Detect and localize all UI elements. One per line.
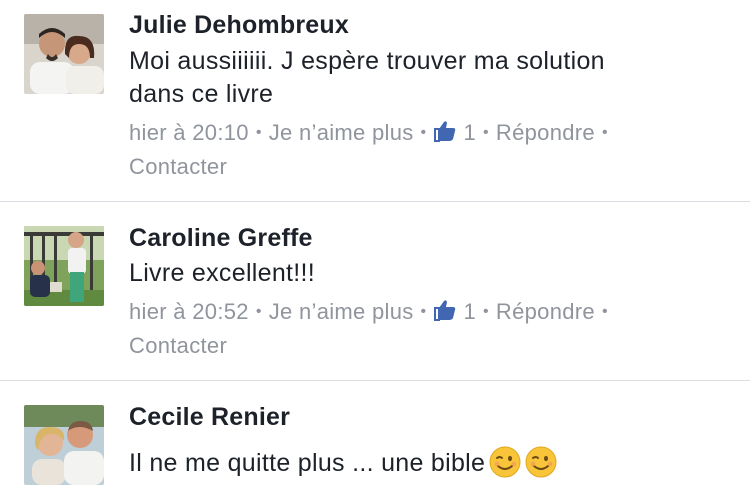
separator-dot: • [255, 303, 262, 320]
avatar[interactable] [24, 226, 104, 306]
unlike-link[interactable]: Je n’aime plus [269, 120, 414, 145]
winking-face-emoji-icon [489, 446, 521, 487]
user-photo-couple-icon [24, 14, 104, 94]
separator-dot: • [483, 124, 489, 141]
user-photo-couple-smiling-icon [24, 405, 104, 485]
comment-text: Livre excellent!!! [129, 257, 729, 290]
thumbs-up-icon [433, 119, 457, 151]
comment-text: Moi aussiiiiii. J espère trouver ma solu… [129, 45, 729, 111]
separator-dot: • [255, 124, 262, 141]
thumbs-up-icon [433, 298, 457, 330]
avatar[interactable] [24, 405, 104, 485]
comment-author[interactable]: Cecile Renier [129, 403, 290, 432]
like-count-value: 1 [463, 120, 476, 145]
comment-item: Cecile Renier Il ne me quitte plus ... u… [0, 381, 750, 490]
reply-link[interactable]: Répondre [496, 120, 595, 145]
comment-text-line: Il ne me quitte plus ... une bible [129, 449, 486, 477]
comment-text-line: Livre excellent!!! [129, 259, 316, 287]
comment-author[interactable]: Caroline Greffe [129, 224, 313, 253]
comment-text-line: dans ce livre [129, 80, 274, 108]
separator-dot: • [601, 124, 608, 141]
comment-actions: hier à 20:10 • Je n’aime plus • 1 • Répondre • C… [129, 117, 729, 182]
avatar[interactable] [24, 14, 104, 94]
winking-face-emoji-icon [525, 446, 557, 487]
comment-text: Il ne me quitte plus ... une bible [129, 446, 729, 487]
like-count[interactable]: 1 [433, 120, 476, 145]
unlike-link[interactable]: Je n’aime plus [269, 299, 414, 324]
separator-dot: • [483, 303, 489, 320]
comment-timestamp[interactable]: hier à 20:10 [129, 120, 249, 145]
separator-dot: • [420, 303, 427, 320]
like-count[interactable]: 1 [433, 299, 476, 324]
comment-item: Caroline Greffe Livre excellent!!! hier … [0, 202, 750, 380]
comment-item: Julie Dehombreux Moi aussiiiiii. J espèr… [0, 0, 750, 200]
comment-text-line: Moi aussiiiiii. J espère trouver ma solu… [129, 47, 605, 75]
contact-link[interactable]: Contacter [129, 154, 227, 179]
separator-dot: • [420, 124, 427, 141]
comment-actions: hier à 20:52 • Je n’aime plus • 1 • Répondre • C… [129, 296, 729, 361]
separator-dot: • [601, 303, 608, 320]
like-count-value: 1 [463, 299, 476, 324]
user-photo-garden-icon [24, 226, 104, 306]
comment-timestamp[interactable]: hier à 20:52 [129, 299, 249, 324]
comment-list: Julie Dehombreux Moi aussiiiiii. J espèr… [0, 0, 750, 490]
comment-author[interactable]: Julie Dehombreux [129, 11, 349, 40]
reply-link[interactable]: Répondre [496, 299, 595, 324]
contact-link[interactable]: Contacter [129, 333, 227, 358]
